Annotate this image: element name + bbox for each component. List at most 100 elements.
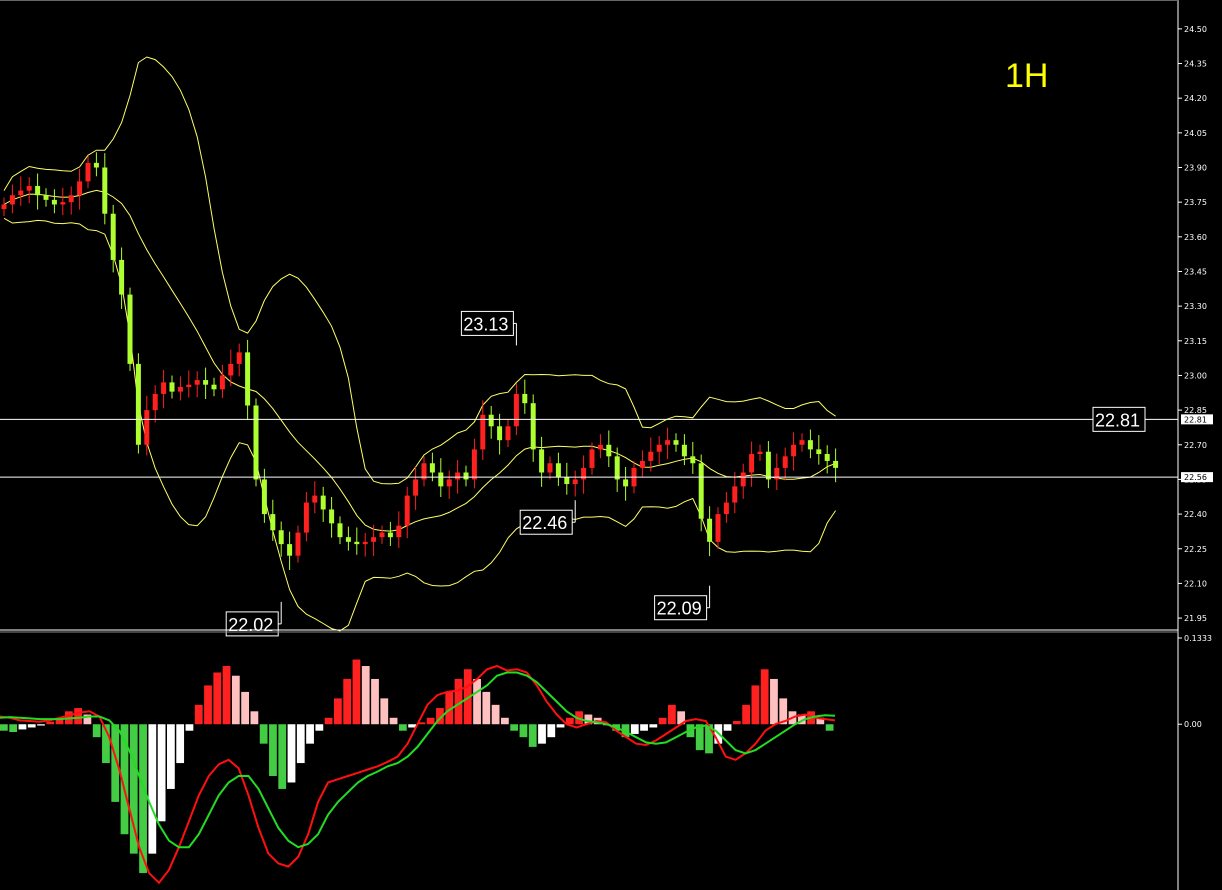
candle-body [270, 514, 276, 531]
candle-body [135, 363, 141, 445]
price-tick-label: 22.70 [1184, 441, 1207, 450]
candle-body [555, 463, 561, 478]
price-tick-label: 22.40 [1184, 510, 1207, 519]
candle-body [371, 537, 377, 542]
candle-body [93, 162, 99, 168]
histogram-bar [213, 672, 222, 725]
histogram-bar [167, 724, 175, 789]
candle-body [765, 451, 771, 480]
candle-body [639, 460, 645, 468]
price-tick-label: 24.20 [1184, 94, 1207, 103]
candle-body [581, 467, 587, 480]
histogram-bar [389, 717, 398, 725]
candle-body [774, 467, 780, 480]
candle-body [169, 382, 175, 392]
candle-body [404, 495, 410, 526]
histogram-bar [723, 724, 732, 731]
candle-body [345, 537, 351, 542]
candle-body [824, 454, 830, 461]
candle-body [203, 380, 209, 385]
candle-body [85, 162, 91, 182]
macd-tick-label: 0.00 [1184, 720, 1202, 729]
candle-body [455, 472, 461, 480]
histogram-bar [222, 666, 231, 725]
histogram-bar [640, 724, 648, 731]
price-tick-label: 22.25 [1184, 545, 1207, 554]
histogram-bar [185, 724, 194, 731]
candle-body [337, 523, 343, 538]
candle-body [18, 190, 24, 196]
candle-body [362, 541, 368, 545]
candle-body [782, 456, 788, 468]
candle-body [665, 440, 671, 445]
histogram-bar [547, 724, 556, 738]
candle-body [564, 477, 570, 485]
candle-body [530, 403, 536, 450]
histogram-bar [371, 678, 379, 725]
histogram-bar [482, 691, 491, 725]
price-tick-label: 22.10 [1184, 579, 1207, 588]
histogram-bar [398, 724, 407, 731]
candle-body [194, 380, 200, 385]
histogram-bar [250, 711, 259, 725]
candle-body [488, 414, 494, 427]
histogram-bar [426, 717, 435, 725]
candle-body [51, 199, 57, 205]
price-tick-label: 23.45 [1184, 267, 1207, 276]
candle-body [572, 479, 578, 485]
histogram-bar [46, 721, 55, 725]
histogram-bar [296, 724, 305, 764]
histogram-bar [361, 666, 370, 725]
candle-body [505, 426, 511, 441]
price-tick-label: 23.00 [1184, 371, 1207, 380]
candle-body [589, 449, 595, 468]
candle-body [648, 451, 654, 461]
candle-body [320, 495, 326, 510]
histogram-bar [343, 678, 352, 725]
candle-body [253, 405, 259, 480]
candle-body [354, 541, 360, 545]
candle-body [606, 444, 612, 457]
histogram-bar [204, 685, 212, 725]
annotation-label: 22.46 [522, 513, 567, 533]
candle-body [732, 486, 738, 503]
candle-body [707, 518, 713, 542]
candle-body [539, 449, 545, 473]
candle-body [656, 444, 662, 452]
histogram-bar [658, 717, 667, 725]
candle-body [219, 375, 225, 390]
histogram-bar [380, 698, 389, 725]
histogram-bar [510, 724, 519, 731]
histogram-bar [74, 708, 82, 725]
candle-body [60, 202, 66, 205]
candle-body [833, 460, 839, 468]
price-tick-label: 23.60 [1184, 233, 1207, 242]
histogram-bar [18, 724, 27, 730]
histogram-bar [287, 724, 296, 783]
histogram-bar [565, 717, 574, 725]
candle-body [757, 451, 763, 455]
candle-body [513, 393, 519, 427]
histogram-bar [352, 659, 361, 725]
candle-body [623, 479, 629, 487]
candle-body [1, 204, 7, 210]
histogram-bar [630, 724, 639, 734]
candle-body [186, 384, 192, 388]
candle-body [68, 195, 74, 203]
histogram-bar [770, 678, 778, 725]
histogram-bar [269, 724, 277, 777]
candle-body [807, 440, 813, 450]
annotation-label: 22.09 [657, 599, 702, 619]
chart-canvas: 22.8123.1322.4622.0922.02 24.5024.3524.2… [0, 0, 1222, 890]
candle-body [312, 495, 318, 503]
price-tick-label: 23.75 [1184, 198, 1207, 207]
histogram-bar [27, 724, 36, 728]
histogram-bar [732, 721, 741, 725]
histogram-bar [0, 724, 8, 731]
histogram-bar [315, 724, 324, 731]
histogram-bar [742, 704, 750, 725]
candle-body [211, 384, 217, 390]
candle-body [152, 393, 158, 411]
candle-body [597, 444, 603, 450]
histogram-bar [278, 724, 287, 789]
